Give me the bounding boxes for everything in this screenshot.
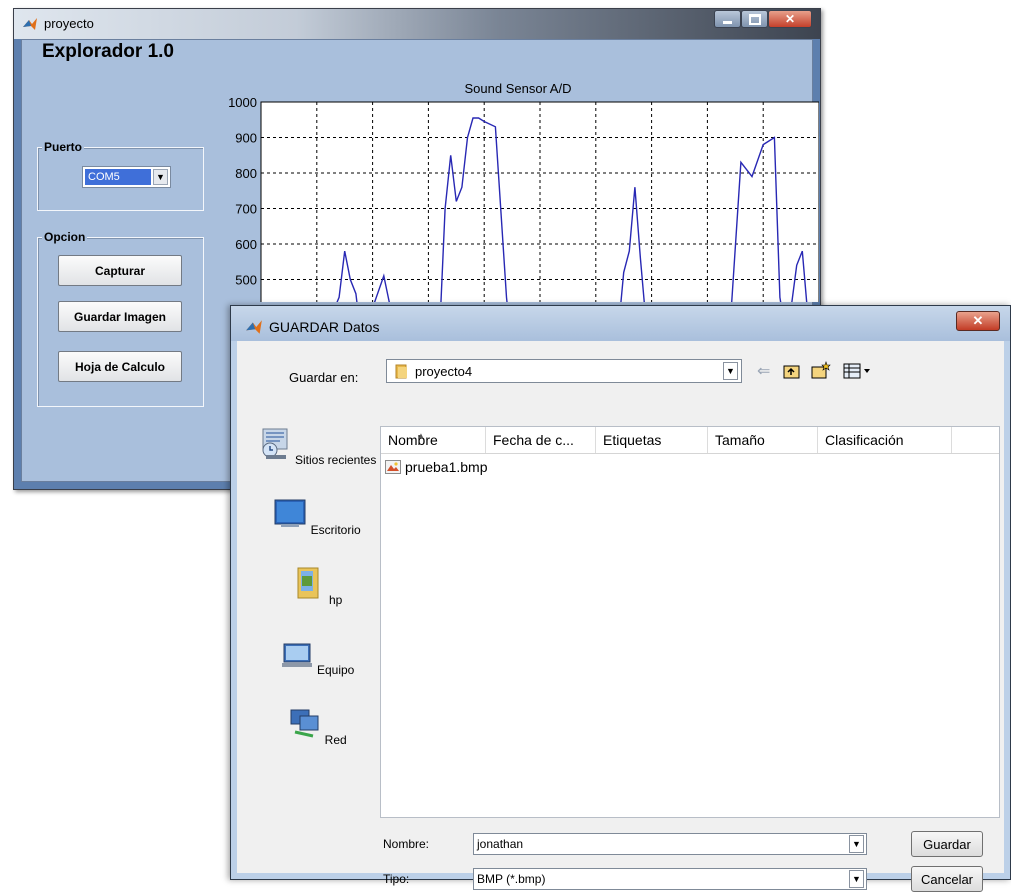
cancelar-button[interactable]: Cancelar [911, 866, 983, 892]
current-folder: proyecto4 [415, 364, 473, 379]
save-dialog-title: GUARDAR Datos [269, 319, 380, 335]
column-label: Clasificación [825, 432, 904, 448]
port-select[interactable]: COM5 ▼ [82, 166, 171, 188]
place-computer[interactable]: Equipo [253, 636, 381, 677]
place-label: hp [328, 593, 343, 607]
type-label: Tipo: [383, 872, 410, 886]
save-dialog-titlebar[interactable]: GUARDAR Datos ✕ [231, 306, 1010, 341]
maximize-icon [748, 13, 761, 25]
close-icon: ✕ [972, 313, 984, 328]
matlab-logo-icon [23, 18, 37, 30]
sort-ascending-icon: ▲ [417, 431, 425, 440]
computer-icon [281, 643, 312, 667]
column-nombre[interactable]: ▲ Nombre [381, 427, 486, 453]
app-title: Explorador 1.0 [42, 41, 174, 62]
place-recent[interactable]: Sitios recientes [253, 426, 381, 467]
filename-value: jonathan [477, 837, 524, 851]
chevron-down-icon[interactable]: ▼ [723, 362, 738, 380]
sound-sensor-chart: Sound Sensor A/D 500 600 700 800 900 1000 [228, 81, 819, 302]
capturar-button[interactable]: Capturar [58, 255, 182, 286]
place-network[interactable]: Red [253, 706, 381, 747]
column-etiquetas[interactable]: Etiquetas [596, 427, 708, 453]
save-dialog-body: Guardar en: proyecto4 ▼ ⇐ Sitios recient… [237, 341, 1004, 892]
close-icon: ✕ [784, 12, 796, 26]
column-tamano[interactable]: Tamaño [708, 427, 818, 453]
recent-places-icon [262, 428, 288, 459]
bmp-file-icon [385, 460, 401, 474]
column-fecha[interactable]: Fecha de c... [486, 427, 596, 453]
column-label: Etiquetas [603, 432, 662, 448]
file-list-header: ▲ Nombre Fecha de c... Etiquetas Tamaño … [381, 427, 999, 454]
back-arrow-icon[interactable]: ⇐ [757, 361, 770, 381]
save-dialog: GUARDAR Datos ✕ Guardar en: proyecto4 ▼ … [230, 305, 1011, 892]
matlab-logo-icon [246, 320, 262, 334]
hoja-de-calculo-button[interactable]: Hoja de Calculo [58, 351, 182, 382]
folder-icon [395, 364, 407, 379]
guardar-imagen-button[interactable]: Guardar Imagen [58, 301, 182, 332]
y-tick-label: 500 [235, 273, 257, 288]
place-label: Red [324, 733, 347, 747]
y-tick-label: 900 [235, 131, 257, 146]
place-desktop[interactable]: Escritorio [253, 496, 381, 537]
column-label: Nombre [388, 432, 438, 448]
type-select[interactable]: BMP (*.bmp) ▼ [473, 868, 867, 890]
user-folder-icon [297, 567, 319, 599]
column-clasificacion[interactable]: Clasificación [818, 427, 952, 453]
port-group-label: Puerto [42, 140, 85, 154]
place-label: Sitios recientes [294, 453, 377, 467]
file-list[interactable]: ▲ Nombre Fecha de c... Etiquetas Tamaño … [380, 426, 1000, 818]
chevron-down-icon[interactable]: ▼ [849, 870, 864, 888]
chevron-down-icon[interactable]: ▼ [153, 169, 168, 185]
place-label: Escritorio [310, 523, 361, 537]
new-folder-icon[interactable] [811, 361, 831, 379]
guardar-button[interactable]: Guardar [911, 831, 983, 857]
option-group-label: Opcion [42, 230, 88, 244]
close-button[interactable]: ✕ [768, 10, 812, 28]
save-in-select[interactable]: proyecto4 ▼ [386, 359, 742, 383]
desktop-icon [274, 499, 306, 527]
save-in-label: Guardar en: [289, 370, 359, 385]
port-select-value: COM5 [85, 169, 151, 185]
y-tick-label: 700 [235, 202, 257, 217]
up-folder-icon[interactable] [783, 363, 801, 379]
minimize-button[interactable] [714, 10, 741, 28]
column-label: Tamaño [715, 432, 765, 448]
place-hp[interactable]: hp [253, 566, 381, 607]
chart-title: Sound Sensor A/D [465, 81, 572, 96]
y-tick-label: 1000 [228, 95, 257, 110]
y-tick-label: 600 [235, 237, 257, 252]
y-tick-label: 800 [235, 166, 257, 181]
column-label: Fecha de c... [493, 432, 574, 448]
file-item[interactable]: prueba1.bmp [385, 457, 488, 477]
file-name: prueba1.bmp [405, 459, 488, 475]
place-label: Equipo [316, 663, 355, 677]
dialog-close-button[interactable]: ✕ [956, 311, 1000, 331]
main-window-title: proyecto [44, 16, 94, 31]
main-window-titlebar[interactable]: proyecto ✕ [14, 9, 820, 39]
type-value: BMP (*.bmp) [477, 872, 546, 886]
network-icon [290, 709, 319, 738]
minimize-icon [723, 20, 732, 24]
filename-input[interactable]: jonathan ▼ [473, 833, 867, 855]
maximize-button[interactable] [741, 10, 768, 28]
view-menu-icon[interactable] [843, 363, 871, 379]
chevron-down-icon[interactable]: ▼ [849, 835, 864, 853]
filename-label: Nombre: [383, 837, 430, 851]
